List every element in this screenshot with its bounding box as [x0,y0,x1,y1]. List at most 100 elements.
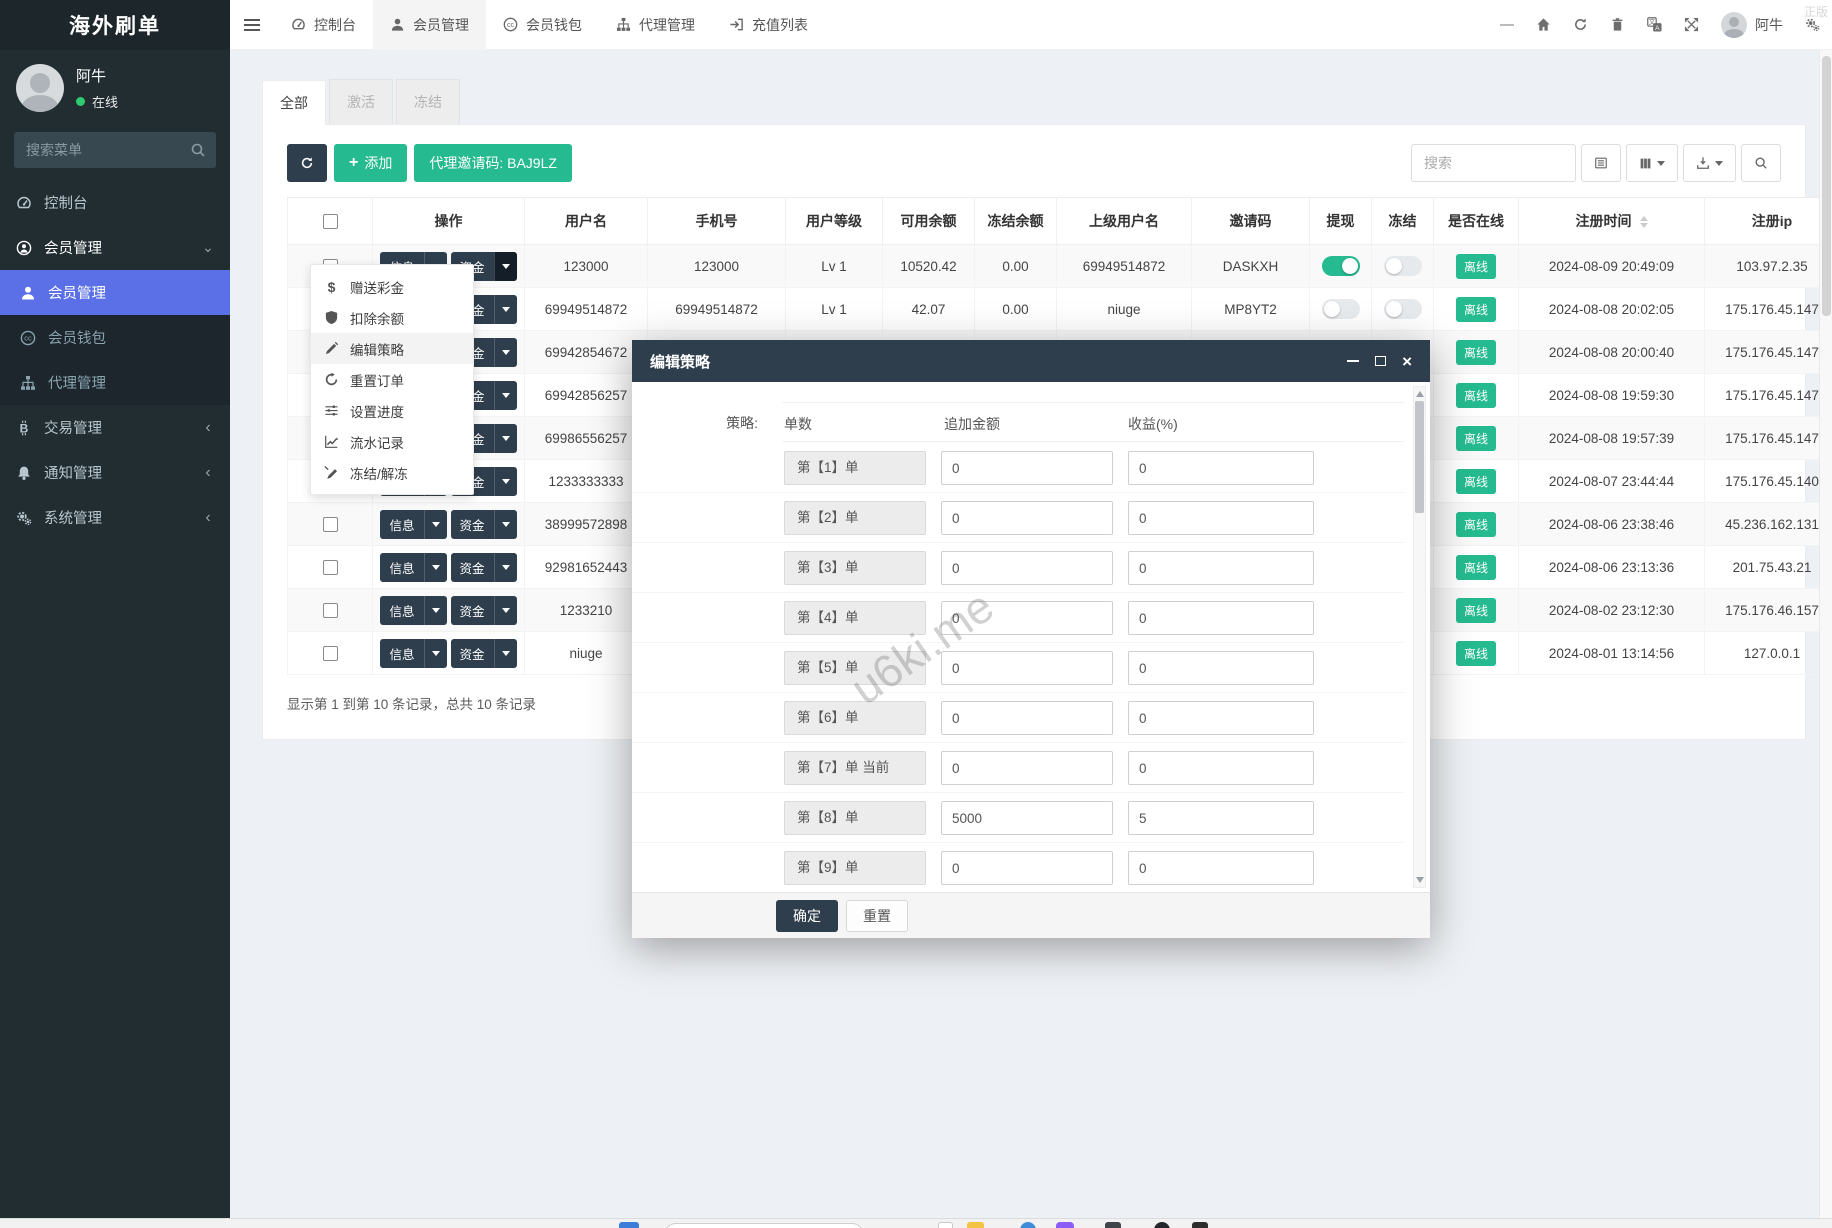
windows-start-icon[interactable] [619,1222,639,1228]
chevron-down-icon[interactable] [493,509,517,539]
amount-input[interactable] [941,451,1113,485]
chevron-down-icon[interactable] [493,423,517,453]
sidebar-search-input[interactable] [14,132,216,168]
trash-icon[interactable] [1610,17,1625,32]
hamburger-icon[interactable] [230,0,274,50]
chevron-down-icon[interactable] [493,552,517,582]
home-icon[interactable] [1536,17,1551,32]
language-icon[interactable]: A文 [1647,17,1662,32]
modal-scrollbar[interactable] [1413,386,1426,888]
store-icon[interactable] [1056,1222,1074,1228]
nav-item-代理管理[interactable]: 代理管理 [599,0,712,50]
page-scrollbar[interactable] [1819,50,1832,1218]
browser-icon[interactable] [1020,1222,1036,1228]
amount-input[interactable] [941,801,1113,835]
menu-item-流水记录[interactable]: 流水记录 [311,426,473,457]
scrollbar-thumb[interactable] [1822,56,1831,316]
refresh-icon[interactable] [1573,17,1588,32]
scrollbar-thumb[interactable] [1415,401,1424,513]
select-all-checkbox[interactable] [322,214,338,230]
add-button[interactable]: + 添加 [334,144,408,182]
chevron-down-icon[interactable] [493,466,517,496]
terminal-icon[interactable] [1192,1222,1208,1228]
chevron-down-icon[interactable] [493,638,517,668]
chevron-down-icon[interactable] [493,595,517,625]
sort-icon[interactable] [1639,216,1648,229]
chevron-down-icon[interactable] [423,595,447,625]
amount-input[interactable] [941,651,1113,685]
app-icon[interactable] [1105,1222,1121,1228]
media-icon[interactable] [1154,1222,1170,1228]
fund-button[interactable]: 资金 [450,595,517,625]
minimize-icon[interactable] [1347,360,1360,362]
menu-item-重置订单[interactable]: 重置订单 [311,364,473,395]
fund-button[interactable]: 资金 [450,552,517,582]
info-button[interactable]: 信息 [380,552,447,582]
columns-button[interactable] [1626,144,1678,182]
modal-header[interactable]: 编辑策略 × [632,340,1430,382]
withdraw-toggle[interactable] [1321,299,1360,319]
profit-input[interactable] [1128,651,1314,685]
menu-item-赠送彩金[interactable]: $ 赠送彩金 [311,271,473,302]
info-button[interactable]: 信息 [380,509,447,539]
maximize-icon[interactable] [1375,356,1387,366]
search-icon[interactable] [190,142,206,158]
menu-item-扣除余额[interactable]: 扣除余额 [311,302,473,333]
table-search-input[interactable] [1411,144,1576,182]
chevron-down-icon[interactable] [493,294,517,324]
chevron-down-icon[interactable] [423,552,447,582]
sidebar-subitem-会员管理[interactable]: 会员管理 [0,270,230,315]
scroll-up-icon[interactable] [1416,391,1424,397]
row-checkbox[interactable] [322,559,338,575]
scroll-down-icon[interactable] [1416,877,1424,883]
amount-input[interactable] [941,551,1113,585]
tab-全部[interactable]: 全部 [262,80,326,125]
nav-item-控制台[interactable]: 控制台 [274,0,373,50]
fund-button[interactable]: 资金 [450,509,517,539]
chevron-down-icon[interactable] [493,380,517,410]
refresh-button[interactable] [287,144,327,182]
profit-input[interactable] [1128,701,1314,735]
menu-item-设置进度[interactable]: 设置进度 [311,395,473,426]
chevron-down-icon[interactable] [423,638,447,668]
info-button[interactable]: 信息 [380,638,447,668]
nav-item-会员钱包[interactable]: cc 会员钱包 [486,0,599,50]
row-checkbox[interactable] [322,516,338,532]
menu-item-冻结/解冻[interactable]: 冻结/解冻 [311,457,473,488]
agent-invite-code-button[interactable]: 代理邀请码: BAJ9LZ [414,144,572,182]
export-button[interactable] [1683,144,1736,182]
tab-激活[interactable]: 激活 [329,79,393,124]
profit-input[interactable] [1128,601,1314,635]
chevron-down-icon[interactable] [423,509,447,539]
amount-input[interactable] [941,501,1113,535]
sidebar-item-交易管理[interactable]: B 交易管理 ‹ [0,405,230,450]
row-checkbox[interactable] [322,645,338,661]
profit-input[interactable] [1128,551,1314,585]
fullscreen-icon[interactable] [1684,17,1699,32]
amount-input[interactable] [941,751,1113,785]
row-checkbox[interactable] [322,602,338,618]
sidebar-item-会员管理[interactable]: 会员管理 ⌄ [0,225,230,270]
detail-view-button[interactable] [1581,144,1621,182]
search-toggle-button[interactable] [1741,144,1781,182]
sidebar-item-通知管理[interactable]: 通知管理 ‹ [0,450,230,495]
amount-input[interactable] [941,851,1113,885]
fund-button[interactable]: 资金 [450,638,517,668]
folder-icon[interactable] [967,1222,984,1228]
tab-冻结[interactable]: 冻结 [396,79,460,124]
profit-input[interactable] [1128,851,1314,885]
taskbar-search-input[interactable] [664,1223,864,1228]
amount-input[interactable] [941,701,1113,735]
os-taskbar[interactable] [0,1218,1832,1228]
nav-item-会员管理[interactable]: 会员管理 [373,0,486,50]
profit-input[interactable] [1128,801,1314,835]
freeze-toggle[interactable] [1383,299,1422,319]
reset-button[interactable]: 重置 [846,899,908,932]
chevron-down-icon[interactable] [493,251,517,281]
sidebar-item-系统管理[interactable]: 系统管理 ‹ [0,495,230,540]
freeze-toggle[interactable] [1383,256,1422,276]
chevron-down-icon[interactable] [493,337,517,367]
file-icon[interactable] [938,1222,953,1228]
confirm-button[interactable]: 确定 [776,899,838,932]
profit-input[interactable] [1128,451,1314,485]
